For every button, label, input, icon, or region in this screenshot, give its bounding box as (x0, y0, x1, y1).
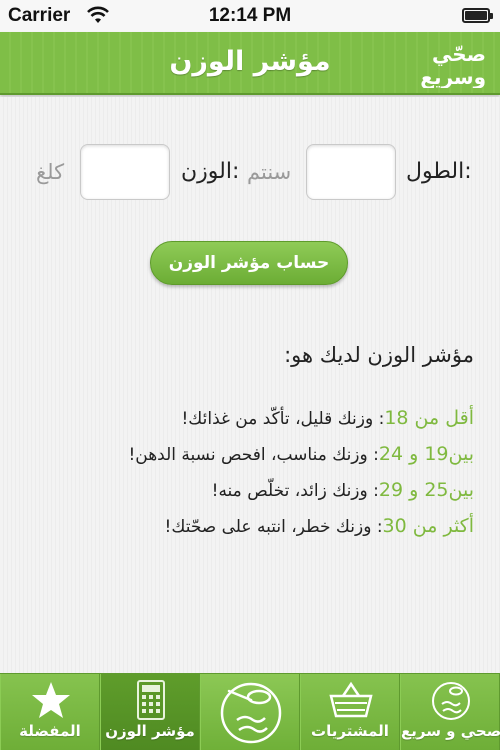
bmi-message: : وزنك قليل، تأكّد من غذائك! (181, 409, 385, 429)
list-item: أكثر من 30: وزنك خطر، انتبه على صحّتك! (34, 515, 474, 551)
brand-logo: صحّي وسريع (420, 42, 486, 88)
bmi-message: : وزنك خطر، انتبه على صحّتك! (164, 517, 383, 537)
bmi-calculator: الطول: سنتم الوزن: كلغ حساب مؤشر الوزن م… (0, 97, 500, 673)
calculate-bmi-button[interactable]: حساب مؤشر الوزن (150, 241, 348, 285)
tab-healthy-fast[interactable]: صحي و سريع (400, 674, 500, 750)
calculator-icon (137, 680, 165, 720)
tab-favorites[interactable]: المفضلة (0, 674, 100, 750)
tab-home-logo[interactable] (200, 674, 300, 750)
clock: 12:14 PM (208, 5, 292, 26)
bmi-scale-list: أقل من 18: وزنك قليل، تأكّد من غذائك! بي… (34, 407, 474, 551)
tab-bmi[interactable]: مؤشر الوزن (100, 674, 200, 750)
bmi-result-heading: مؤشر الوزن لديك هو: (284, 343, 474, 367)
weight-input[interactable] (80, 144, 170, 200)
height-label: الطول: (406, 159, 472, 184)
battery-icon (462, 8, 493, 23)
star-icon (32, 682, 70, 718)
list-item: بين25 و 29: وزنك زائد، تخلّص منه! (34, 479, 474, 515)
list-item: بين19 و 24: وزنك مناسب، افحص نسبة الدهن! (34, 443, 474, 479)
tab-bar: المفضلة مؤشر الوزن المشتريات صحي و سريع (0, 673, 500, 750)
logo-badge-icon (432, 682, 470, 720)
nav-bar: مؤشر الوزن صحّي وسريع (0, 32, 500, 95)
logo-text-top: صحّي (432, 42, 486, 67)
tab-label: مؤشر الوزن (105, 722, 195, 740)
bmi-range: بين19 و 24 (378, 443, 474, 465)
logo-text-bottom: وسريع (420, 65, 486, 88)
tab-label: المفضلة (19, 722, 81, 740)
tab-purchases[interactable]: المشتريات (300, 674, 400, 750)
bmi-range: بين25 و 29 (378, 479, 474, 501)
logo-spoon-icon (220, 682, 282, 744)
weight-unit: كلغ (36, 160, 65, 184)
height-input[interactable] (306, 144, 396, 200)
bmi-message: : وزنك زائد، تخلّص منه! (211, 481, 379, 501)
bmi-message: : وزنك مناسب، افحص نسبة الدهن! (128, 445, 379, 465)
tab-label: المشتريات (311, 722, 389, 740)
tab-label: صحي و سريع (401, 722, 500, 740)
height-unit: سنتم (247, 160, 292, 184)
status-bar: Carrier 12:14 PM (0, 0, 500, 32)
basket-icon (329, 681, 373, 718)
bmi-range: أكثر من 30 (382, 515, 474, 537)
bmi-range: أقل من 18 (384, 407, 474, 429)
list-item: أقل من 18: وزنك قليل، تأكّد من غذائك! (34, 407, 474, 443)
weight-label: الوزن: (181, 159, 240, 184)
